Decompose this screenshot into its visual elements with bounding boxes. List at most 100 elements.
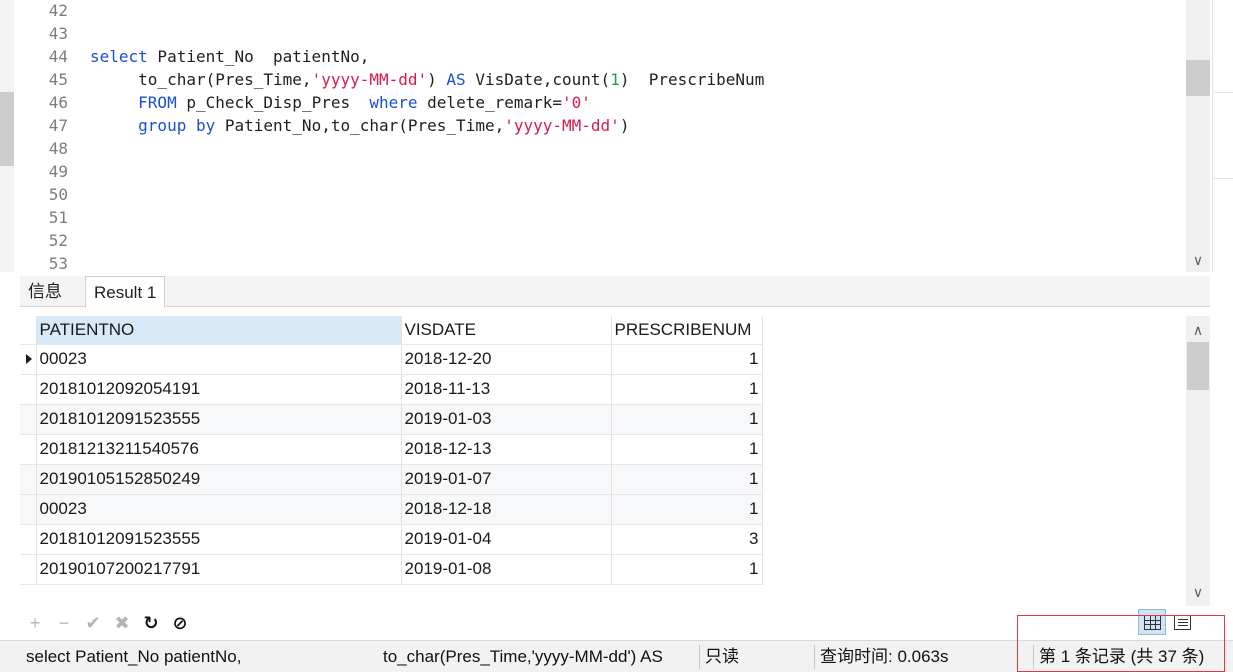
- sql-editor[interactable]: 42 43 44 45 46 47 48 49 50 51 52 53 sele…: [0, 0, 1233, 272]
- cross-icon[interactable]: ✖: [111, 611, 133, 635]
- table-row[interactable]: 00023 2018-12-18 1: [20, 494, 763, 525]
- result-table: PATIENTNO VISDATE PRESCRIBENUM 00023 201…: [20, 316, 763, 585]
- sql-number: 1: [610, 70, 620, 89]
- line-number: 47: [48, 116, 68, 135]
- status-bar: select Patient_No patientNo, to_char(Pre…: [0, 640, 1233, 672]
- cell-patientno[interactable]: 00023: [36, 344, 402, 375]
- cell-visdate[interactable]: 2018-12-13: [401, 434, 612, 465]
- cell-visdate[interactable]: 2018-12-20: [401, 344, 612, 375]
- cell-visdate[interactable]: 2019-01-08: [401, 554, 612, 585]
- cell-visdate[interactable]: 2018-12-18: [401, 494, 612, 525]
- table-row[interactable]: 20190107200217791 2019-01-08 1: [20, 554, 763, 585]
- sql-text: delete_remark=: [417, 93, 563, 112]
- line-number: 45: [48, 70, 68, 89]
- code-area[interactable]: select Patient_No patientNo, to_char(Pre…: [90, 0, 1185, 272]
- column-header-prescribenum[interactable]: PRESCRIBENUM: [611, 316, 763, 345]
- stop-icon[interactable]: ⊘: [169, 611, 191, 635]
- sql-text: to_char(Pres_Time,: [90, 70, 312, 89]
- cell-patientno[interactable]: 20181012091523555: [36, 524, 402, 555]
- sql-keyword: FROM: [90, 93, 177, 112]
- sql-text: ): [619, 116, 630, 135]
- cell-patientno[interactable]: 20181012092054191: [36, 374, 402, 405]
- cell-prescribenum[interactable]: 1: [611, 374, 763, 405]
- editor-left-scroll-thumb[interactable]: [0, 92, 14, 166]
- status-readonly: 只读: [705, 647, 739, 666]
- status-sql-part-2: to_char(Pres_Time,'yyyy-MM-dd') AS: [383, 647, 663, 666]
- grid-scroll-up-icon[interactable]: ∧: [1186, 320, 1210, 340]
- table-row[interactable]: 20181012091523555 2019-01-04 3: [20, 524, 763, 555]
- sql-string: '0': [562, 93, 591, 112]
- code-line-45[interactable]: to_char(Pres_Time,'yyyy-MM-dd') AS VisDa…: [90, 68, 764, 91]
- editor-scroll-thumb[interactable]: [1186, 60, 1210, 96]
- table-header-row: PATIENTNO VISDATE PRESCRIBENUM: [20, 316, 763, 345]
- column-header-patientno[interactable]: PATIENTNO: [36, 316, 402, 345]
- cell-visdate[interactable]: 2019-01-04: [401, 524, 612, 555]
- result-grid[interactable]: PATIENTNO VISDATE PRESCRIBENUM 00023 201…: [20, 316, 1186, 606]
- line-number: 51: [48, 208, 68, 227]
- code-line-47[interactable]: group by Patient_No,to_char(Pres_Time,'y…: [90, 114, 629, 137]
- editor-vertical-scrollbar[interactable]: [1186, 0, 1210, 272]
- row-indicator: [20, 524, 37, 555]
- cell-visdate[interactable]: 2019-01-03: [401, 404, 612, 435]
- cell-patientno[interactable]: 00023: [36, 494, 402, 525]
- cell-prescribenum[interactable]: 1: [611, 464, 763, 495]
- row-indicator: [20, 404, 37, 435]
- grid-scroll-thumb[interactable]: [1187, 342, 1209, 390]
- line-number: 42: [48, 1, 68, 20]
- grid-view-button[interactable]: [1138, 609, 1166, 635]
- cell-prescribenum[interactable]: 1: [611, 554, 763, 585]
- row-indicator-header: [20, 316, 37, 345]
- refresh-icon[interactable]: ↻: [140, 611, 162, 635]
- status-query-time: 查询时间: 0.063s: [820, 647, 949, 666]
- line-number: 46: [48, 93, 68, 112]
- table-row[interactable]: 20181012092054191 2018-11-13 1: [20, 374, 763, 405]
- line-number: 50: [48, 185, 68, 204]
- line-number-gutter: 42 43 44 45 46 47 48 49 50 51 52 53: [14, 0, 74, 272]
- current-row-indicator: [20, 344, 37, 375]
- cell-patientno[interactable]: 20181012091523555: [36, 404, 402, 435]
- cell-prescribenum[interactable]: 1: [611, 434, 763, 465]
- line-number: 49: [48, 162, 68, 181]
- tab-info[interactable]: 信息: [20, 276, 70, 307]
- cell-prescribenum[interactable]: 1: [611, 494, 763, 525]
- tab-result-1[interactable]: Result 1: [85, 276, 166, 308]
- plus-icon[interactable]: +: [24, 611, 46, 635]
- row-indicator: [20, 374, 37, 405]
- line-number: 43: [48, 24, 68, 43]
- code-line-46[interactable]: FROM p_Check_Disp_Pres where delete_rema…: [90, 91, 591, 114]
- table-row[interactable]: 20181012091523555 2019-01-03 1: [20, 404, 763, 435]
- sql-text: Patient_No patientNo,: [147, 47, 370, 66]
- cell-patientno[interactable]: 20181213211540576: [36, 434, 402, 465]
- grid-scroll-down-icon[interactable]: ∨: [1186, 582, 1210, 602]
- cell-prescribenum[interactable]: 3: [611, 524, 763, 555]
- sql-string: 'yyyy-MM-dd': [311, 70, 428, 89]
- form-view-button[interactable]: [1168, 609, 1196, 635]
- sql-string: 'yyyy-MM-dd': [504, 116, 620, 135]
- sql-keyword: AS: [446, 70, 466, 89]
- form-view-icon: [1174, 615, 1191, 630]
- table-row[interactable]: 20181213211540576 2018-12-13 1: [20, 434, 763, 465]
- line-number: 53: [48, 254, 68, 272]
- cell-visdate[interactable]: 2019-01-07: [401, 464, 612, 495]
- code-line-44[interactable]: select Patient_No patientNo,: [90, 45, 369, 68]
- sql-keyword: where: [369, 93, 418, 112]
- line-number: 48: [48, 139, 68, 158]
- grid-view-icon: [1144, 615, 1161, 630]
- table-row[interactable]: 20190105152850249 2019-01-07 1: [20, 464, 763, 495]
- table-row[interactable]: 00023 2018-12-20 1: [20, 344, 763, 375]
- line-number: 44: [48, 47, 68, 66]
- cell-patientno[interactable]: 20190105152850249: [36, 464, 402, 495]
- cell-prescribenum[interactable]: 1: [611, 344, 763, 375]
- check-icon[interactable]: ✔: [82, 611, 104, 635]
- sql-text: p_Check_Disp_Pres: [176, 93, 370, 112]
- cell-prescribenum[interactable]: 1: [611, 404, 763, 435]
- grid-toolbar: + − ✔ ✖ ↻ ⊘: [20, 608, 1220, 638]
- column-header-visdate[interactable]: VISDATE: [401, 316, 612, 345]
- status-sql-part-1: select Patient_No patientNo,: [26, 647, 242, 666]
- right-pane-divider: [1214, 178, 1233, 179]
- minus-icon[interactable]: −: [53, 611, 75, 635]
- cell-patientno[interactable]: 20190107200217791: [36, 554, 402, 585]
- editor-scroll-down-icon[interactable]: ∨: [1186, 250, 1210, 270]
- cell-visdate[interactable]: 2018-11-13: [401, 374, 612, 405]
- status-record-count: 第 1 条记录 (共 37 条): [1039, 647, 1205, 666]
